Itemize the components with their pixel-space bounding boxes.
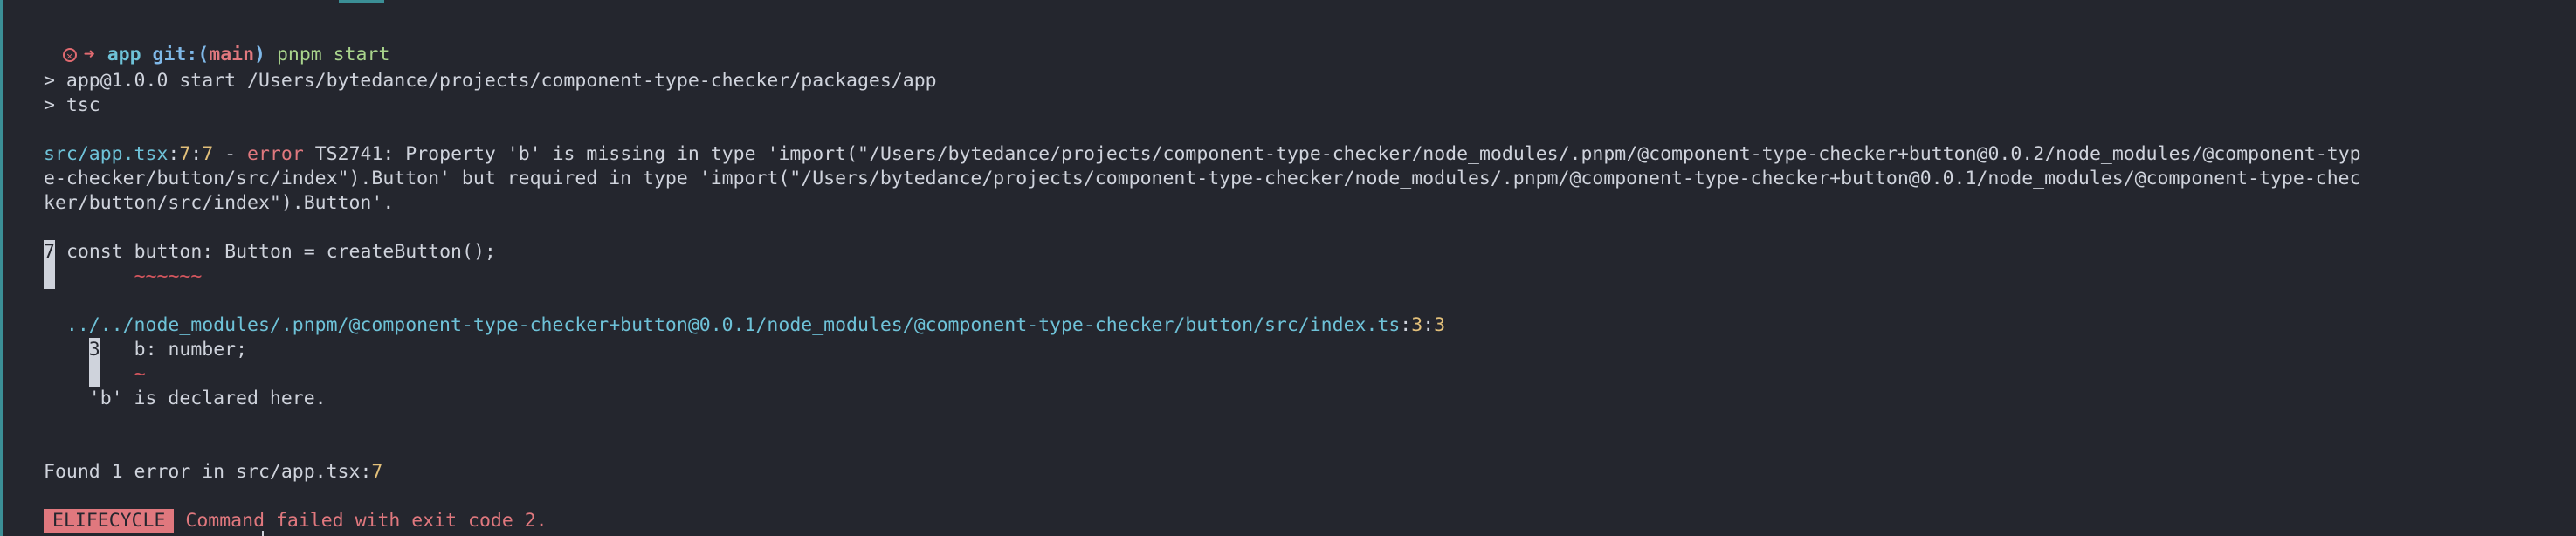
summary-text: Found 1 error in src/app.tsx (44, 461, 361, 483)
error-status-icon: ✕ (62, 48, 77, 62)
line-gutter: 7 (44, 240, 55, 265)
code-snippet-text: const button: Button = createButton(); (65, 241, 496, 263)
prompt-branch: main (209, 44, 255, 65)
related-line-gutter: 3 (88, 338, 100, 362)
related-file-path: ../../node_modules/.pnpm/@component-type… (65, 314, 1401, 336)
lifecycle-message: Command failed with exit code 2. (185, 510, 548, 532)
error-message-continuation: ker/button/src/index").Button'. (44, 192, 395, 214)
error-squiggle: ~~~~~~ (134, 265, 203, 287)
prompt-command: pnpm start (276, 44, 390, 65)
active-tab-indicator (339, 0, 384, 3)
related-squiggle: ~ (134, 363, 146, 385)
error-message-line: src/app.tsx:7:7 - error TS2741: Property… (44, 143, 2361, 165)
related-code-text: b: number; (134, 339, 248, 361)
prompt-git-label: git: (152, 44, 198, 65)
error-line-number: 7 (179, 143, 191, 165)
script-line: > app@1.0.0 start /Users/bytedance/proje… (44, 70, 937, 92)
script-line: > tsc (44, 94, 100, 116)
error-file: src/app.tsx (44, 143, 169, 165)
related-code-line: 3 b: number; (44, 338, 247, 362)
error-level: error (247, 143, 304, 165)
summary-line-number: 7 (371, 461, 383, 483)
error-col-number: 7 (202, 143, 214, 165)
prompt-arrow-icon: ➜ (83, 44, 95, 65)
related-note-line: 'b' is declared here. (44, 387, 327, 411)
code-snippet-line: 7 const button: Button = createButton(); (44, 240, 496, 265)
related-line-number: 3 (1411, 314, 1423, 336)
error-message-continuation: e-checker/button/src/index").Button' but… (44, 168, 2361, 189)
related-col-number: 3 (1434, 314, 1446, 336)
lifecycle-line: ELIFECYCLE Command failed with exit code… (44, 509, 548, 533)
error-code: TS2741 (314, 143, 383, 165)
elifecycle-badge: ELIFECYCLE (44, 509, 175, 533)
terminal-left-border (0, 0, 3, 536)
related-location-line: ../../node_modules/.pnpm/@component-type… (65, 314, 1446, 336)
line-gutter-blank (44, 265, 55, 289)
terminal-window[interactable]: ✕ ➜ app git:(main) pnpm start > app@1.0.0 … (0, 0, 2576, 536)
related-note: 'b' is declared here. (88, 388, 327, 409)
text-cursor (262, 531, 264, 536)
related-squiggle-line: ~ (44, 362, 146, 387)
summary-line: Found 1 error in src/app.tsx:7 (44, 461, 383, 483)
related-gutter-blank (88, 362, 100, 387)
error-message-text: : Property 'b' is missing in type 'impor… (382, 143, 2361, 165)
squiggle-line: ~~~~~~ (44, 265, 202, 289)
prompt-dir: app (107, 44, 141, 65)
